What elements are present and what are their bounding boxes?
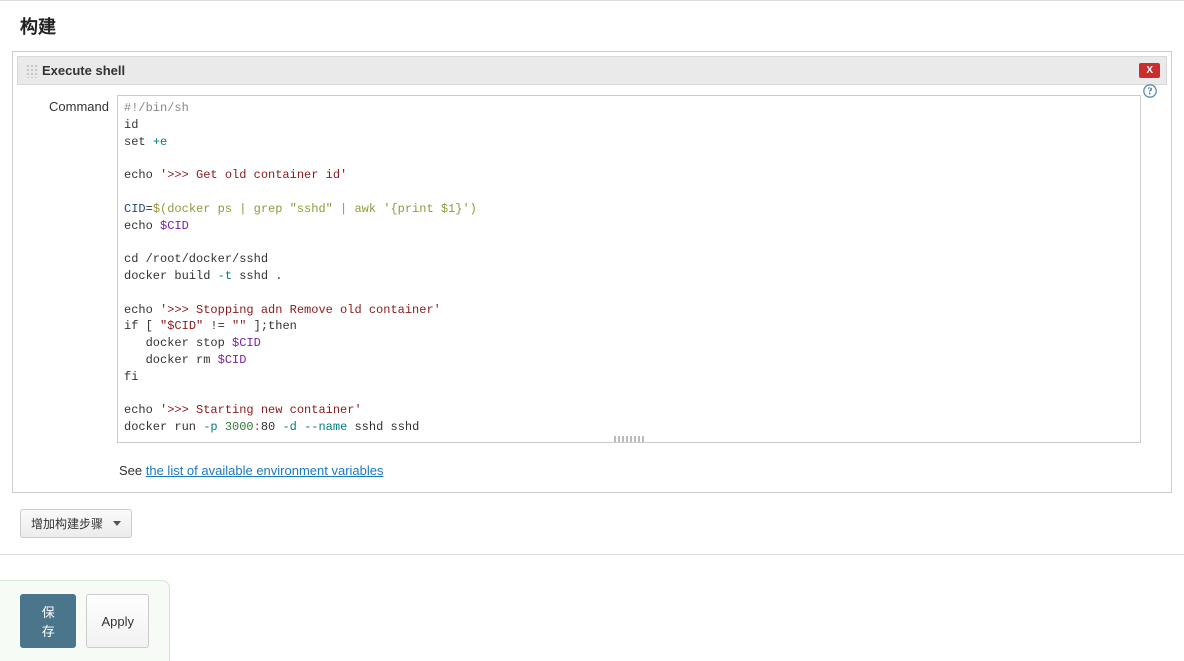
build-panel: Execute shell X ? Command #!/bin/shidset… [12,51,1172,493]
add-build-step-label: 增加构建步骤 [31,515,103,532]
delete-step-button[interactable]: X [1139,63,1160,78]
help-icon[interactable]: ? [1143,84,1157,98]
command-label: Command [21,95,117,114]
section-divider [0,554,1184,555]
execute-shell-header: Execute shell X [17,56,1167,85]
svg-text:?: ? [1148,87,1153,98]
env-vars-link[interactable]: the list of available environment variab… [146,463,384,478]
footer-bar: 保存 Apply [0,580,170,661]
page: 构建 Execute shell X ? Command #!/bin/shid… [0,0,1184,661]
post-build-section-title: 构建后操作 [0,571,1184,621]
hint-prefix: See [119,463,146,478]
caret-icon [113,521,121,526]
drag-handle-icon[interactable] [26,64,38,78]
add-build-step-button[interactable]: 增加构建步骤 [20,509,132,538]
step-body: Command #!/bin/shidset +e echo '>>> Get … [13,85,1171,459]
step-title: Execute shell [42,63,125,78]
env-vars-hint: See the list of available environment va… [13,459,1171,492]
resize-handle[interactable] [614,436,644,442]
command-textarea[interactable]: #!/bin/shidset +e echo '>>> Get old cont… [117,95,1141,443]
build-section-title: 构建 [0,1,1184,51]
apply-button[interactable]: Apply [86,594,149,648]
save-button[interactable]: 保存 [20,594,76,648]
